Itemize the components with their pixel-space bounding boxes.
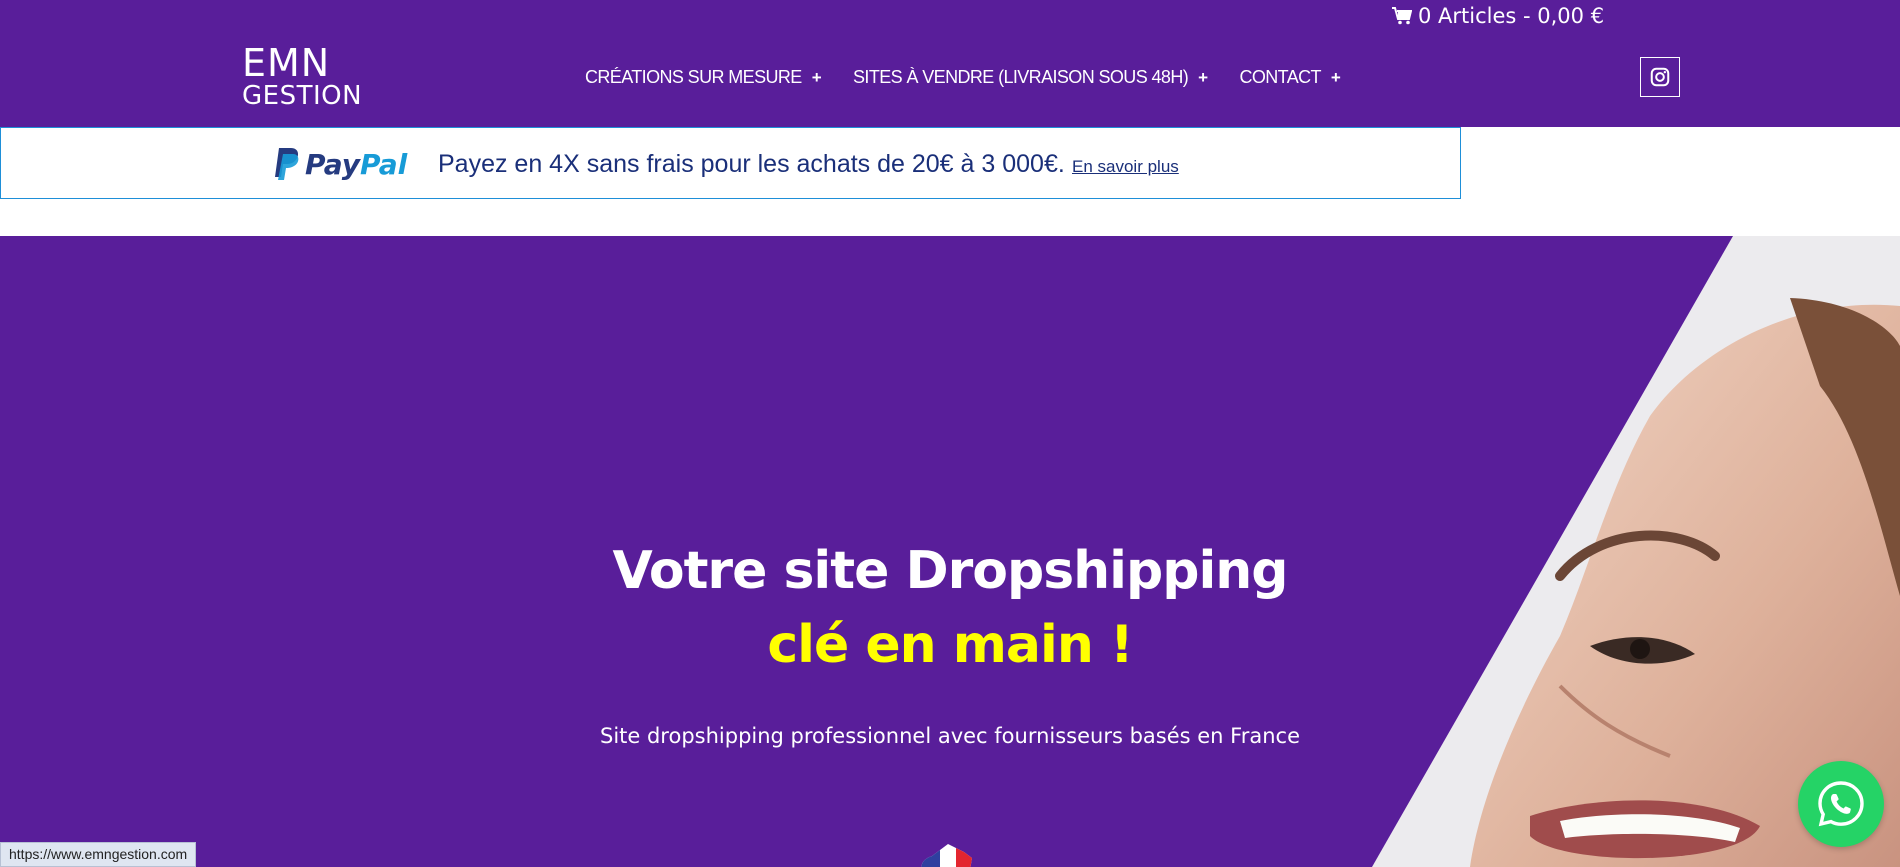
nav-item-creations[interactable]: CRÉATIONS SUR MESURE + — [585, 67, 822, 88]
paypal-banner: Pay Pal Payez en 4X sans frais pour les a… — [0, 127, 1461, 199]
logo-emn: EMN — [242, 41, 331, 85]
cart-summary[interactable]: 0 Articles - 0,00 € — [1392, 4, 1604, 28]
nav-label: CRÉATIONS SUR MESURE — [585, 67, 802, 87]
main-nav: CRÉATIONS SUR MESURE + SITES À VENDRE (L… — [585, 67, 1372, 88]
nav-label: CONTACT — [1239, 67, 1321, 87]
hero-section: Votre site Dropshipping clé en main ! Si… — [0, 236, 1900, 867]
cart-text: 0 Articles - 0,00 € — [1418, 4, 1605, 28]
paypal-learn-more-link[interactable]: En savoir plus — [1072, 157, 1179, 177]
plus-icon: + — [1198, 67, 1208, 87]
france-flag-icon — [921, 844, 972, 867]
hero-title-highlight: clé en main ! — [767, 615, 1133, 675]
paypal-logo: Pay Pal — [273, 146, 407, 182]
nav-label: SITES À VENDRE (LIVRAISON SOUS 48H) — [853, 67, 1189, 87]
paypal-word-pay: Pay — [305, 147, 361, 181]
hero-title: Votre site Dropshipping — [612, 541, 1288, 601]
whatsapp-icon — [1818, 781, 1864, 827]
plus-icon: + — [811, 67, 822, 87]
cart-icon — [1392, 7, 1412, 25]
status-bar-url: https://www.emngestion.com — [0, 842, 197, 867]
plus-icon: + — [1330, 67, 1341, 87]
nav-item-contact[interactable]: CONTACT + — [1239, 67, 1340, 88]
site-logo[interactable]: EMN GESTION — [242, 44, 372, 110]
paypal-message: Payez en 4X sans frais pour les achats d… — [438, 150, 1065, 178]
whatsapp-button[interactable] — [1798, 761, 1884, 847]
paypal-icon — [275, 148, 299, 180]
site-header: 0 Articles - 0,00 € EMN GESTION CRÉATION… — [0, 0, 1900, 127]
hero-subtitle: Site dropshipping professionnel avec fou… — [599, 724, 1300, 748]
logo-gestion: GESTION — [242, 81, 363, 111]
paypal-word-pal: Pal — [360, 147, 408, 181]
nav-item-sites-a-vendre[interactable]: SITES À VENDRE (LIVRAISON SOUS 48H) + — [853, 67, 1208, 88]
instagram-icon — [1650, 67, 1670, 87]
instagram-button[interactable] — [1640, 57, 1680, 97]
